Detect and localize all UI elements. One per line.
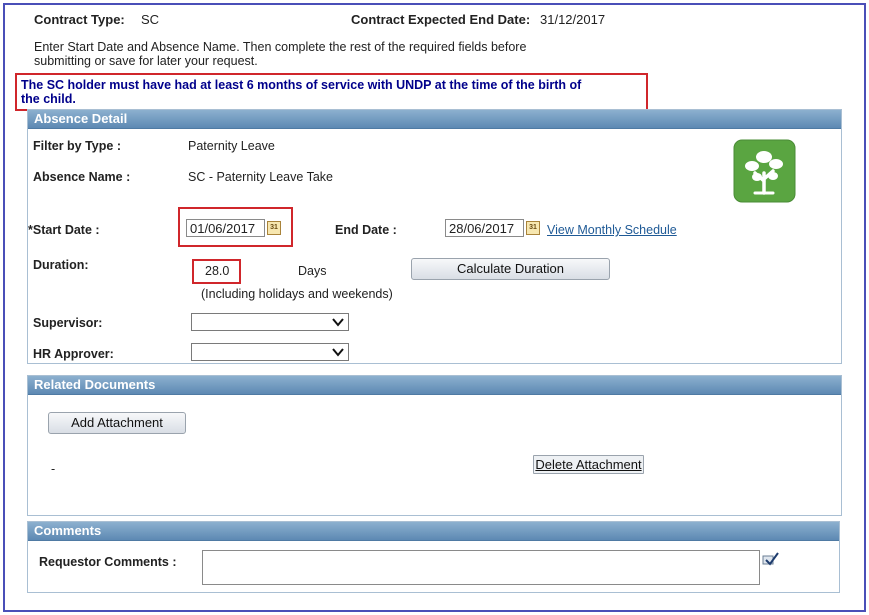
contract-type-value: SC <box>141 12 160 27</box>
spell-check-icon[interactable] <box>762 551 779 566</box>
instruction-text-2: submitting or save for later your reques… <box>34 54 258 68</box>
duration-value: 28.0 <box>205 264 230 278</box>
filter-by-type-label: Filter by Type : <box>33 139 121 153</box>
absence-name-value: SC - Paternity Leave Take <box>188 170 333 184</box>
contract-end-label: Contract Expected End Date: <box>351 12 531 27</box>
delete-attachment-button[interactable]: Delete Attachment <box>533 455 644 474</box>
duration-label: Duration: <box>33 258 89 272</box>
instruction-text-1: Enter Start Date and Absence Name. Then … <box>34 40 527 54</box>
absence-detail-panel: Absence Detail <box>27 109 842 364</box>
calendar-icon[interactable]: 31 <box>267 221 281 235</box>
tree-logo-icon <box>733 139 796 203</box>
calculate-duration-button[interactable]: Calculate Duration <box>411 258 610 280</box>
add-attachment-button[interactable]: Add Attachment <box>48 412 186 434</box>
calendar-icon[interactable]: 31 <box>526 221 540 235</box>
end-date-input[interactable]: 28/06/2017 <box>445 219 524 237</box>
warning-text-2: the child. <box>21 92 76 106</box>
attachment-placeholder: - <box>51 462 56 476</box>
absence-name-label: Absence Name : <box>33 170 131 184</box>
supervisor-select[interactable] <box>191 313 349 331</box>
hr-approver-select[interactable] <box>191 343 349 361</box>
contract-type-label: Contract Type: <box>34 12 125 27</box>
comments-header: Comments <box>28 522 839 541</box>
end-date-label: End Date : <box>335 223 397 237</box>
filter-by-type-value: Paternity Leave <box>188 139 275 153</box>
related-documents-panel: Related Documents <box>27 375 842 516</box>
requestor-comments-input[interactable] <box>202 550 760 585</box>
warning-text-1: The SC holder must have had at least 6 m… <box>21 78 582 92</box>
chevron-down-icon <box>332 348 344 357</box>
requestor-comments-label: Requestor Comments : <box>39 555 177 569</box>
contract-end-value: 31/12/2017 <box>540 12 606 27</box>
start-date-input[interactable]: 01/06/2017 <box>186 219 265 237</box>
supervisor-label: Supervisor: <box>33 316 103 330</box>
hr-approver-label: HR Approver: <box>33 347 114 361</box>
chevron-down-icon <box>332 318 344 327</box>
start-date-label: *Start Date : <box>28 223 100 237</box>
duration-note: (Including holidays and weekends) <box>201 287 393 301</box>
related-documents-header: Related Documents <box>28 376 841 395</box>
absence-detail-header: Absence Detail <box>28 110 841 129</box>
view-monthly-schedule-link[interactable]: View Monthly Schedule <box>547 223 677 237</box>
duration-unit: Days <box>298 264 327 278</box>
